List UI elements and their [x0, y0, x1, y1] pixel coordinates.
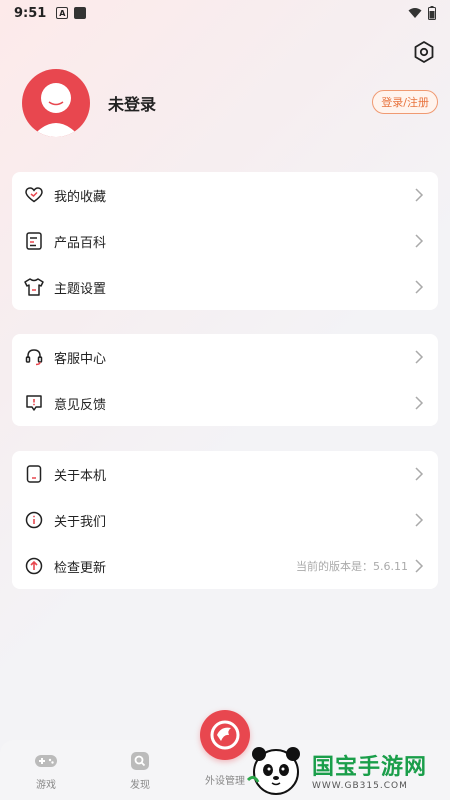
version-text: 当前的版本是：5.6.11 — [296, 560, 408, 573]
nav-item-games[interactable]: 游戏 — [16, 750, 76, 791]
heart-icon — [24, 185, 44, 205]
panda-logo-icon — [246, 747, 300, 795]
menu-item-theme-settings[interactable]: 主题设置 — [12, 264, 438, 310]
peripherals-fab-button[interactable] — [200, 710, 250, 760]
watermark: 国宝手游网 WWW.GB315.COM — [246, 740, 446, 800]
discover-icon — [110, 750, 170, 772]
menu-card-2: 客服中心 意见反馈 — [12, 334, 438, 426]
app-notification-icon: A — [56, 7, 69, 19]
menu-card-1: 我的收藏 产品百科 主题设置 — [12, 172, 438, 310]
chevron-right-icon — [415, 350, 424, 364]
battery-icon — [428, 6, 436, 20]
profile-header: 未登录 登录/注册 — [22, 68, 438, 138]
chevron-right-icon — [415, 234, 424, 248]
brand-logo-icon — [210, 720, 240, 750]
chevron-right-icon — [415, 559, 424, 573]
menu-label: 检查更新 — [54, 560, 107, 576]
menu-label: 产品百科 — [54, 235, 107, 251]
settings-gear-icon[interactable] — [412, 40, 436, 64]
headset-icon — [24, 347, 44, 367]
device-icon — [24, 464, 44, 484]
login-register-button[interactable]: 登录/注册 — [372, 90, 438, 114]
watermark-title: 国宝手游网 — [312, 755, 428, 780]
chevron-right-icon — [415, 188, 424, 202]
update-icon — [24, 556, 44, 576]
watermark-url: WWW.GB315.COM — [312, 781, 408, 791]
chevron-right-icon — [415, 280, 424, 294]
chevron-right-icon — [415, 513, 424, 527]
chevron-right-icon — [415, 396, 424, 410]
menu-item-about-us[interactable]: 关于我们 — [12, 497, 438, 543]
avatar[interactable] — [22, 69, 90, 137]
wifi-icon — [408, 8, 422, 18]
menu-label: 意见反馈 — [54, 397, 107, 413]
menu-label: 客服中心 — [54, 351, 107, 367]
menu-label: 关于本机 — [54, 468, 107, 484]
info-icon — [24, 510, 44, 530]
tshirt-icon — [24, 277, 44, 297]
nav-label: 外设管理 — [205, 776, 245, 787]
chevron-right-icon — [415, 467, 424, 481]
menu-item-product-wiki[interactable]: 产品百科 — [12, 218, 438, 264]
menu-label: 我的收藏 — [54, 189, 107, 205]
default-avatar-icon — [32, 83, 80, 137]
notification-square-icon — [74, 7, 87, 19]
document-icon — [24, 231, 44, 251]
menu-label: 主题设置 — [54, 281, 107, 297]
menu-item-check-update[interactable]: 检查更新 当前的版本是：5.6.11 — [12, 543, 438, 589]
status-bar: 9:51 A — [0, 0, 450, 26]
menu-item-about-device[interactable]: 关于本机 — [12, 451, 438, 497]
menu-card-3: 关于本机 关于我们 检查更新 当前的版本是：5.6.11 — [12, 451, 438, 589]
status-time: 9:51 — [14, 5, 47, 21]
menu-label: 关于我们 — [54, 514, 107, 530]
menu-item-favorites[interactable]: 我的收藏 — [12, 172, 438, 218]
menu-item-feedback[interactable]: 意见反馈 — [12, 380, 438, 426]
nav-label: 游戏 — [36, 780, 56, 791]
gamepad-icon — [16, 750, 76, 772]
nav-label: 发现 — [130, 780, 150, 791]
menu-item-customer-service[interactable]: 客服中心 — [12, 334, 438, 380]
username: 未登录 — [108, 95, 157, 114]
nav-item-discover[interactable]: 发现 — [110, 750, 170, 791]
feedback-icon — [24, 393, 44, 413]
